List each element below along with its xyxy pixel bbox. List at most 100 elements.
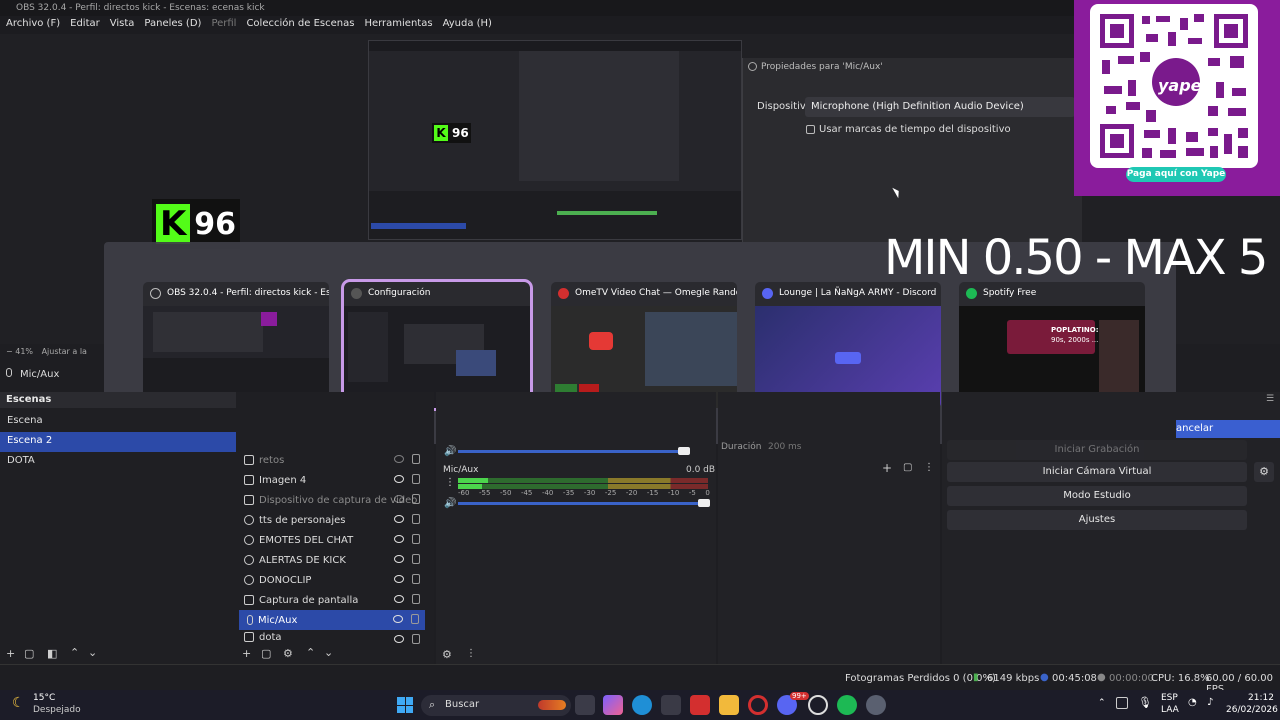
switcher-spotify[interactable]: Spotify Free POPLATINO: 90s, 2000s ... <box>959 282 1145 408</box>
menu-coleccion[interactable]: Colección de Escenas <box>246 18 354 32</box>
mic-icon <box>6 368 12 377</box>
gear-icon <box>351 288 362 299</box>
zoom-bar: − 41% Ajustar a la <box>6 347 87 356</box>
menu-perfil[interactable]: Perfil <box>211 18 236 32</box>
store-icon[interactable] <box>661 695 681 715</box>
cancel-button[interactable]: ancelar <box>1176 420 1280 438</box>
down-icon[interactable]: ⌄ <box>88 646 97 659</box>
search-highlight-icon[interactable] <box>538 700 566 710</box>
timestamps-label: Usar marcas de tiempo del dispositivo <box>819 124 1011 135</box>
menu-paneles[interactable]: Paneles (D) <box>144 18 201 32</box>
duration-label: Duración <box>721 442 762 452</box>
region[interactable]: LAA <box>1161 705 1179 715</box>
switcher-ometv[interactable]: OmeTV Video Chat — Omegle Random C... <box>551 282 737 408</box>
volume-icon[interactable]: 🔊 <box>444 498 456 509</box>
file-explorer-icon[interactable] <box>719 695 739 715</box>
nested-preview <box>368 40 742 240</box>
obs-icon[interactable] <box>808 695 828 715</box>
speaker-icon[interactable]: ♪ <box>1207 697 1213 708</box>
language[interactable]: ESP <box>1161 693 1178 703</box>
mixer-menu-icon[interactable]: ⋮ <box>466 648 476 659</box>
menu-archivo[interactable]: Archivo (F) <box>6 18 60 32</box>
source-item-selected[interactable]: Mic/Aux <box>239 610 425 630</box>
mixer-menu-icon[interactable]: ⋮ <box>445 477 455 488</box>
eye-icon <box>394 555 404 563</box>
switcher-configuracion[interactable]: Configuración <box>341 279 533 411</box>
task-view-icon[interactable] <box>575 695 595 715</box>
device-label: Dispositivo <box>757 101 812 112</box>
dock-menu-icon[interactable]: ☰ <box>1266 394 1274 404</box>
tray-icon[interactable] <box>1116 697 1128 709</box>
volume-icon[interactable]: 🔊 <box>444 446 456 457</box>
filter-icon[interactable]: ◧ <box>47 647 57 660</box>
mixer-channel-name: Mic/Aux <box>443 465 479 475</box>
windows-start-icon[interactable] <box>397 697 413 713</box>
menu-herramientas[interactable]: Herramientas <box>364 18 432 32</box>
volume-slider-handle[interactable] <box>698 499 710 507</box>
up-icon[interactable]: ⌃ <box>70 646 79 659</box>
source-item[interactable]: DONOCLIP <box>236 570 426 590</box>
switcher-discord[interactable]: Lounge | La ÑaNgA ARMY - Discord <box>755 282 941 408</box>
menu-dots-icon[interactable]: ⋮ <box>924 462 934 473</box>
opera-icon[interactable] <box>748 695 768 715</box>
gear-icon[interactable]: ⚙ <box>283 647 293 660</box>
menu-editar[interactable]: Editar <box>70 18 100 32</box>
source-item[interactable]: dota <box>236 630 426 644</box>
source-item[interactable]: EMOTES DEL CHAT <box>236 530 426 550</box>
duration-value[interactable]: 200 ms <box>768 442 802 452</box>
trash-icon[interactable]: ▢ <box>903 462 912 473</box>
menu-ayuda[interactable]: Ayuda (H) <box>443 18 492 32</box>
eye-icon <box>394 515 404 523</box>
source-item[interactable]: Captura de pantalla <box>236 590 426 610</box>
timestamps-checkbox[interactable] <box>806 125 815 134</box>
settings-icon[interactable] <box>866 695 886 715</box>
device-select[interactable]: Microphone (High Definition Audio Device… <box>805 97 1075 117</box>
mic-tray-icon[interactable]: 🎙 <box>1138 696 1152 709</box>
add-icon[interactable]: + <box>242 647 251 660</box>
menu-vista[interactable]: Vista <box>110 18 135 32</box>
mixer-settings-icon[interactable]: ⚙ <box>442 648 452 661</box>
chevron-up-icon[interactable]: ⌃ <box>1098 698 1106 708</box>
source-item[interactable]: Dispositivo de captura de video <box>236 490 426 510</box>
source-item[interactable]: retos <box>236 450 426 470</box>
spotify-icon[interactable] <box>837 695 857 715</box>
lock-icon <box>411 614 419 624</box>
scene-item-selected[interactable]: Escena 2 <box>0 432 236 452</box>
start-recording-button[interactable]: Iniciar Grabación <box>947 440 1247 460</box>
down-icon[interactable]: ⌄ <box>324 646 333 659</box>
clock-time[interactable]: 21:12 <box>1248 693 1274 703</box>
virtual-camera-gear-icon[interactable]: ⚙ <box>1254 462 1274 482</box>
notification-badge: 99+ <box>790 692 809 700</box>
settings-button[interactable]: Ajustes <box>947 510 1247 530</box>
clock-date[interactable]: 26/02/2026 <box>1226 705 1278 715</box>
source-item[interactable]: tts de personajes <box>236 510 426 530</box>
trash-icon[interactable]: ▢ <box>24 647 34 660</box>
weather-desc[interactable]: Despejado <box>33 705 81 715</box>
add-icon[interactable]: + <box>6 647 15 660</box>
scene-item[interactable]: Escena <box>0 412 236 432</box>
edge-icon[interactable] <box>632 695 652 715</box>
trash-icon[interactable]: ▢ <box>261 647 271 660</box>
start-virtual-camera-button[interactable]: Iniciar Cámara Virtual <box>947 462 1247 482</box>
scene-item[interactable]: DOTA <box>0 452 236 472</box>
add-icon[interactable]: + <box>882 461 892 475</box>
wps-icon[interactable] <box>690 695 710 715</box>
kick-logo-icon: K <box>156 204 191 244</box>
volume-slider-handle[interactable] <box>678 447 690 455</box>
lock-icon <box>412 554 420 564</box>
source-item[interactable]: Imagen 4 <box>236 470 426 490</box>
copilot-icon[interactable] <box>603 695 623 715</box>
mixer-db: 0.0 dB <box>686 465 716 475</box>
up-icon[interactable]: ⌃ <box>306 646 315 659</box>
yape-brand: yape <box>1158 76 1202 95</box>
opera-icon <box>558 288 569 299</box>
source-item[interactable]: ALERTAS DE KICK <box>236 550 426 570</box>
meter-scale: -60 -55 -50 -45 -40 -35 -30 -25 -20 -15 -10 -5 0 <box>458 489 710 497</box>
zoom-minus-icon[interactable]: − <box>6 347 15 356</box>
studio-mode-button[interactable]: Modo Estudio <box>947 486 1247 506</box>
wifi-icon[interactable]: ◔ <box>1188 697 1197 708</box>
bitrate: 6149 kbps <box>987 673 1040 684</box>
properties-title: Propiedades para 'Mic/Aux' <box>748 62 883 72</box>
switcher-obs[interactable]: OBS 32.0.4 - Perfil: directos kick - Esc… <box>143 282 329 408</box>
weather-temp[interactable]: 15°C <box>33 693 55 703</box>
